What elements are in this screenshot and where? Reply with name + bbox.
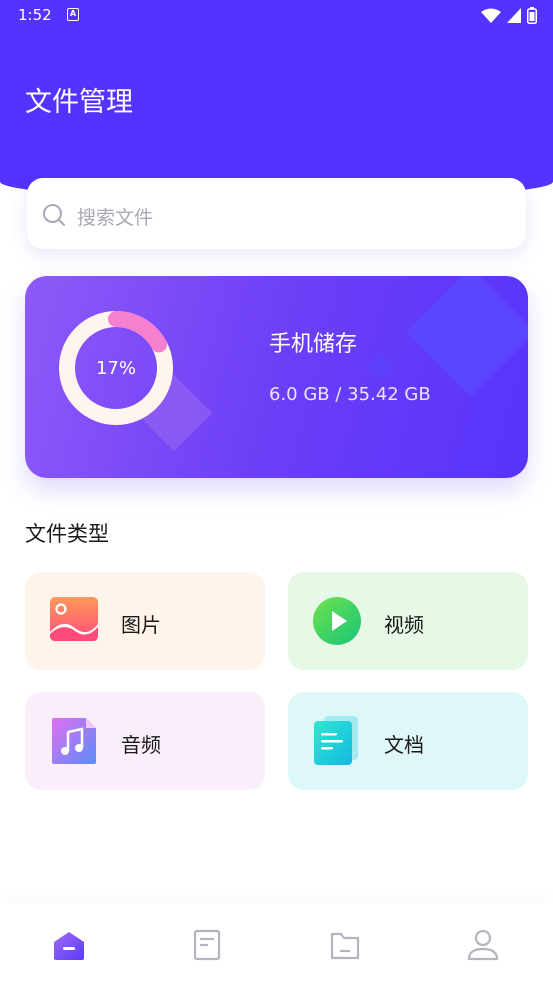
tile-label-images: 图片 <box>121 613 161 637</box>
storage-title: 手机储存 <box>269 332 358 357</box>
decorative-diamond <box>366 351 396 381</box>
profile-icon[interactable] <box>466 928 500 962</box>
notification-icon: A <box>67 8 79 21</box>
tile-label-video: 视频 <box>384 613 424 637</box>
search-placeholder: 搜索文件 <box>77 207 154 229</box>
status-time: 1:52 <box>18 6 52 24</box>
music-note-icon <box>52 718 96 764</box>
image-icon <box>50 597 98 641</box>
page-title: 文件管理 <box>25 87 133 118</box>
signal-icon <box>507 8 521 23</box>
folder-icon[interactable] <box>328 928 362 962</box>
file-type-images-tile[interactable]: 图片 <box>25 572 265 670</box>
storage-usage: 6.0 GB / 35.42 GB <box>269 384 431 405</box>
search-input[interactable]: 搜索文件 <box>27 178 526 249</box>
status-bar: 1:52 A <box>0 0 553 32</box>
tile-label-documents: 文档 <box>384 733 424 757</box>
storage-card[interactable]: 17% 手机储存 6.0 GB / 35.42 GB <box>25 276 528 478</box>
status-icons <box>481 7 537 24</box>
document-icon <box>314 716 358 765</box>
tile-label-audio: 音频 <box>121 733 161 757</box>
file-type-audio-tile[interactable]: 音频 <box>25 692 265 790</box>
document-list-icon[interactable] <box>190 928 224 962</box>
battery-icon <box>527 7 537 24</box>
bottom-nav <box>0 904 553 984</box>
search-icon <box>43 204 65 226</box>
section-title-file-types: 文件类型 <box>25 522 109 546</box>
video-play-icon <box>313 597 361 645</box>
decorative-diamond <box>405 276 528 398</box>
home-icon[interactable] <box>52 928 86 962</box>
storage-percent: 17% <box>95 357 136 379</box>
file-type-documents-tile[interactable]: 文档 <box>288 692 528 790</box>
file-type-video-tile[interactable]: 视频 <box>288 572 528 670</box>
wifi-icon <box>481 8 501 23</box>
